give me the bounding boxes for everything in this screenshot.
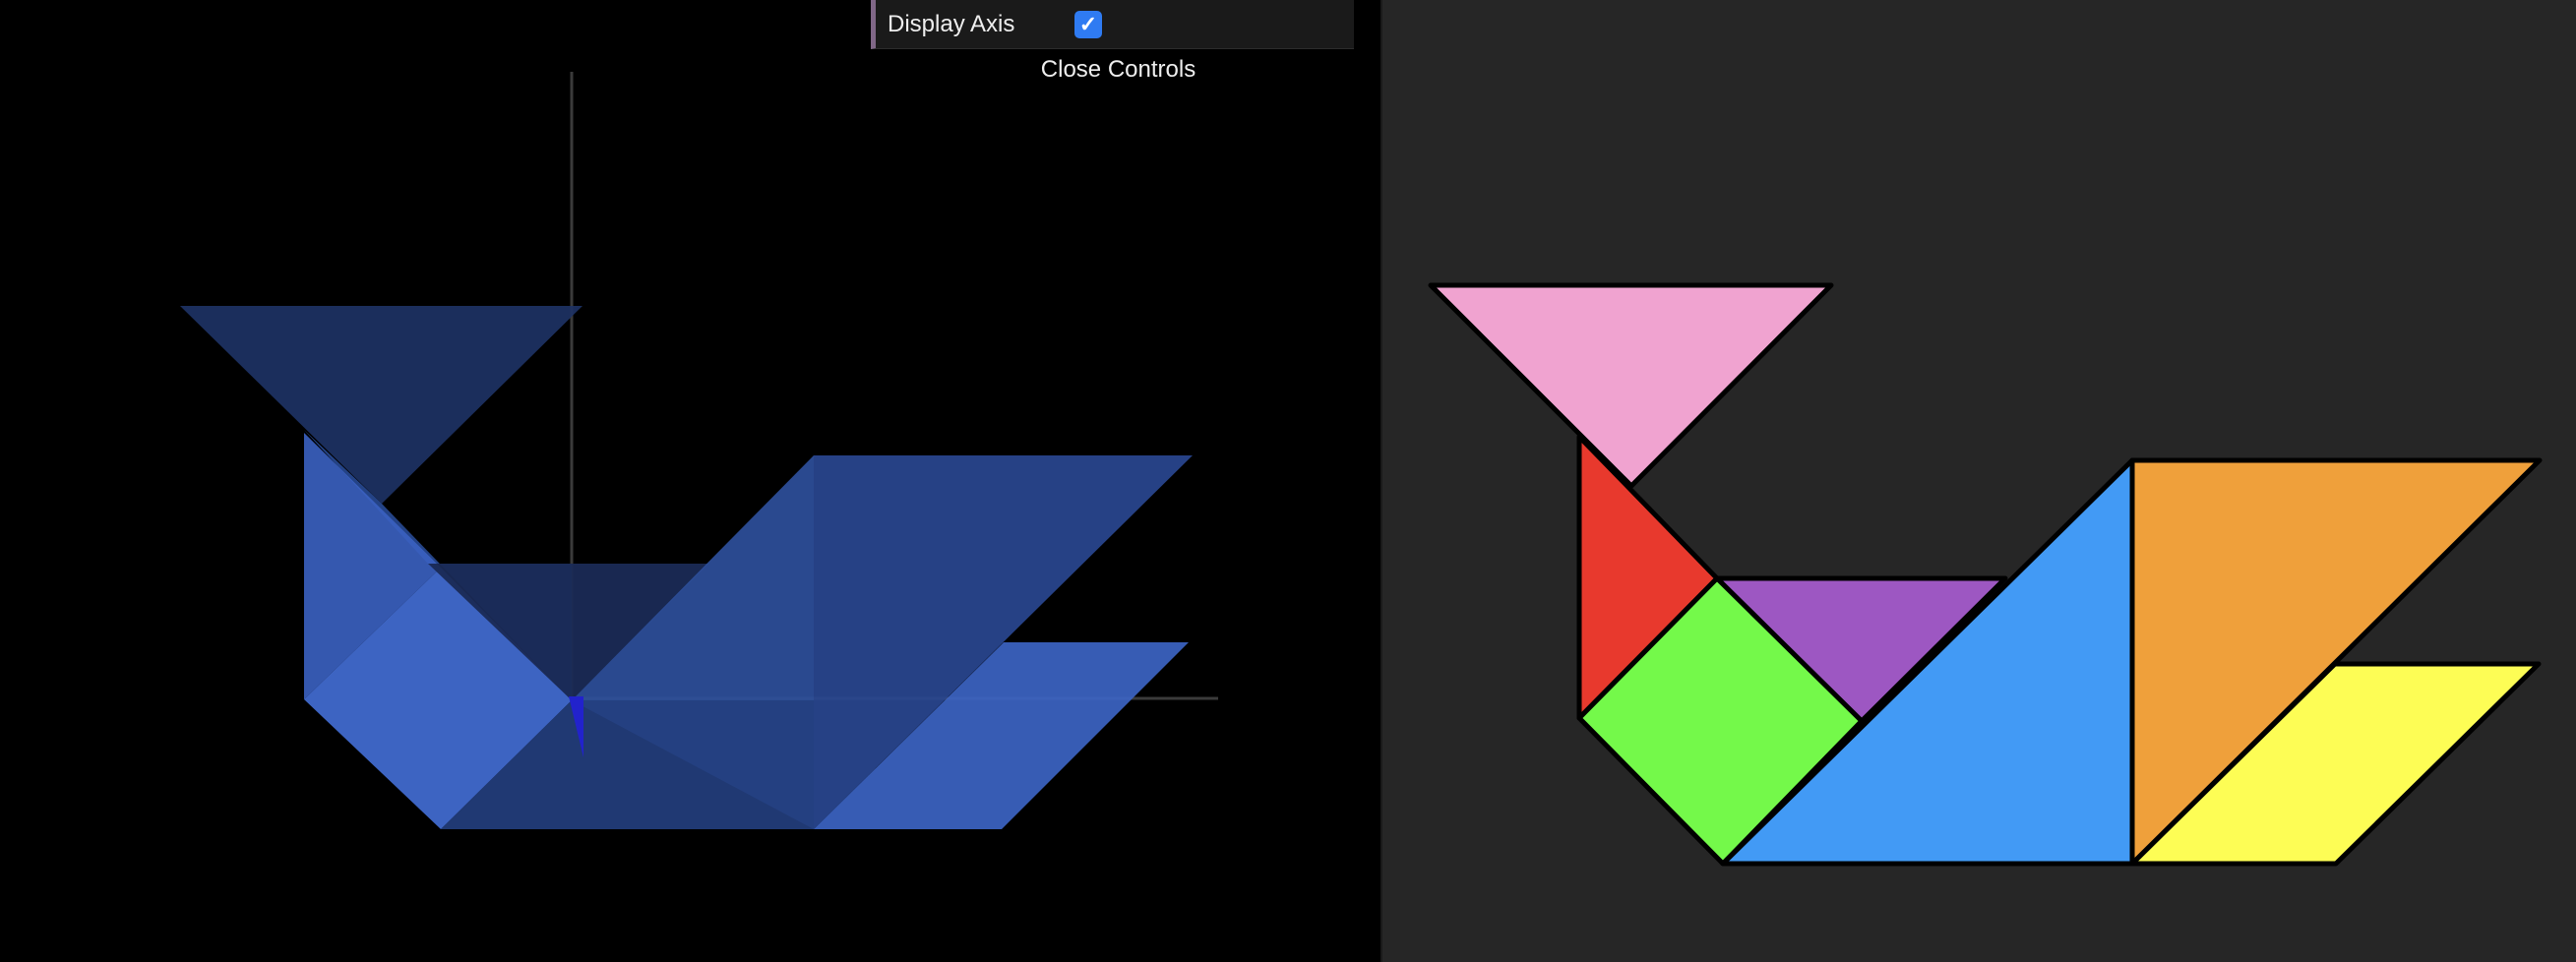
tangram-figure <box>1428 282 2543 867</box>
3d-scene[interactable] <box>0 0 1380 962</box>
2d-canvas[interactable] <box>1382 0 2576 962</box>
checkmark-icon: ✓ <box>1078 11 1098 36</box>
pink-triangle[interactable] <box>1428 282 1834 489</box>
close-controls-button[interactable]: Close Controls <box>871 49 1354 90</box>
display-axis-label: Display Axis <box>888 10 1015 37</box>
display-axis-checkbox[interactable]: ✓ <box>1074 10 1102 38</box>
controls-panel: Display Axis ✓ Close Controls <box>871 0 1354 90</box>
3d-viewport[interactable]: Display Axis ✓ Close Controls <box>0 0 1380 962</box>
display-axis-row[interactable]: Display Axis ✓ <box>871 0 1354 49</box>
tan-3d-large-triangle-top <box>180 306 583 504</box>
